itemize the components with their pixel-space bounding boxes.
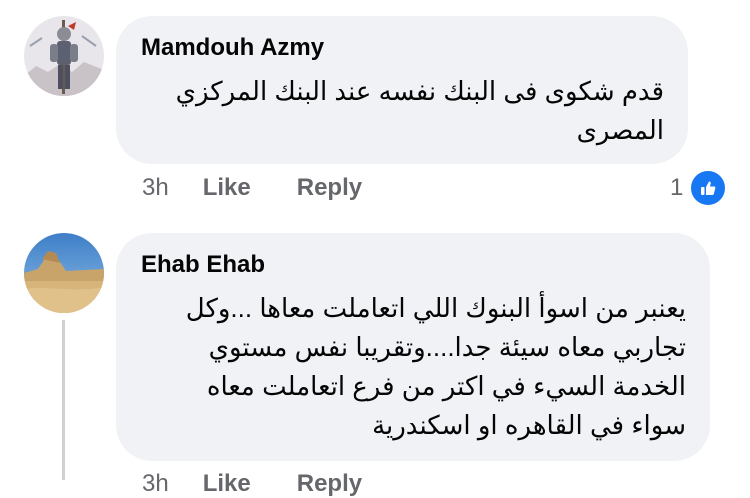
comment-text-line: قدم شكوى فى البنك نفسه عند البنك المركزي: [175, 76, 664, 106]
comment-text-line: تجاربي معاه سيئة جدا....وتقريبا نفس مستو…: [208, 332, 686, 362]
avatar[interactable]: [24, 233, 104, 313]
reply-button[interactable]: Reply: [297, 174, 362, 202]
like-button[interactable]: Like: [203, 470, 251, 498]
comment-timestamp[interactable]: 3h: [142, 470, 169, 498]
avatar[interactable]: [24, 16, 104, 96]
comment-text-line: الخدمة السيء في اكتر من فرع اتعاملت معاه: [206, 371, 686, 401]
like-button[interactable]: Like: [203, 174, 251, 202]
comment-timestamp[interactable]: 3h: [142, 174, 169, 202]
comment-actions: 3h Like Reply: [142, 470, 408, 498]
desert-landscape-avatar-icon: [24, 233, 104, 313]
thumbs-up-icon: [689, 169, 728, 207]
comment-text-line: المصرى: [576, 115, 664, 145]
comment-bubble: Mamdouh Azmy قدم شكوى فى البنك نفسه عند …: [116, 16, 688, 164]
comment-author[interactable]: Ehab Ehab: [141, 251, 265, 279]
comment-author[interactable]: Mamdouh Azmy: [141, 34, 324, 62]
comment-bubble: Ehab Ehab يعنبر من اسوأ البنوك اللي اتعا…: [116, 233, 710, 461]
knight-armor-avatar-icon: [24, 16, 104, 96]
reply-button[interactable]: Reply: [297, 470, 362, 498]
comment-text: يعنبر من اسوأ البنوك اللي اتعاملت معاها …: [186, 289, 686, 445]
comment-actions: 3h Like Reply: [142, 174, 408, 202]
comment-text-line: يعنبر من اسوأ البنوك اللي اتعاملت معاها …: [185, 293, 686, 323]
reaction-summary[interactable]: 1: [670, 169, 728, 207]
comment-text-line: سواء في القاهره او اسكندرية: [372, 410, 686, 440]
comment-text: قدم شكوى فى البنك نفسه عند البنك المركزي…: [176, 72, 664, 150]
reply-thread-line: [62, 320, 65, 480]
reaction-count: 1: [670, 174, 684, 201]
